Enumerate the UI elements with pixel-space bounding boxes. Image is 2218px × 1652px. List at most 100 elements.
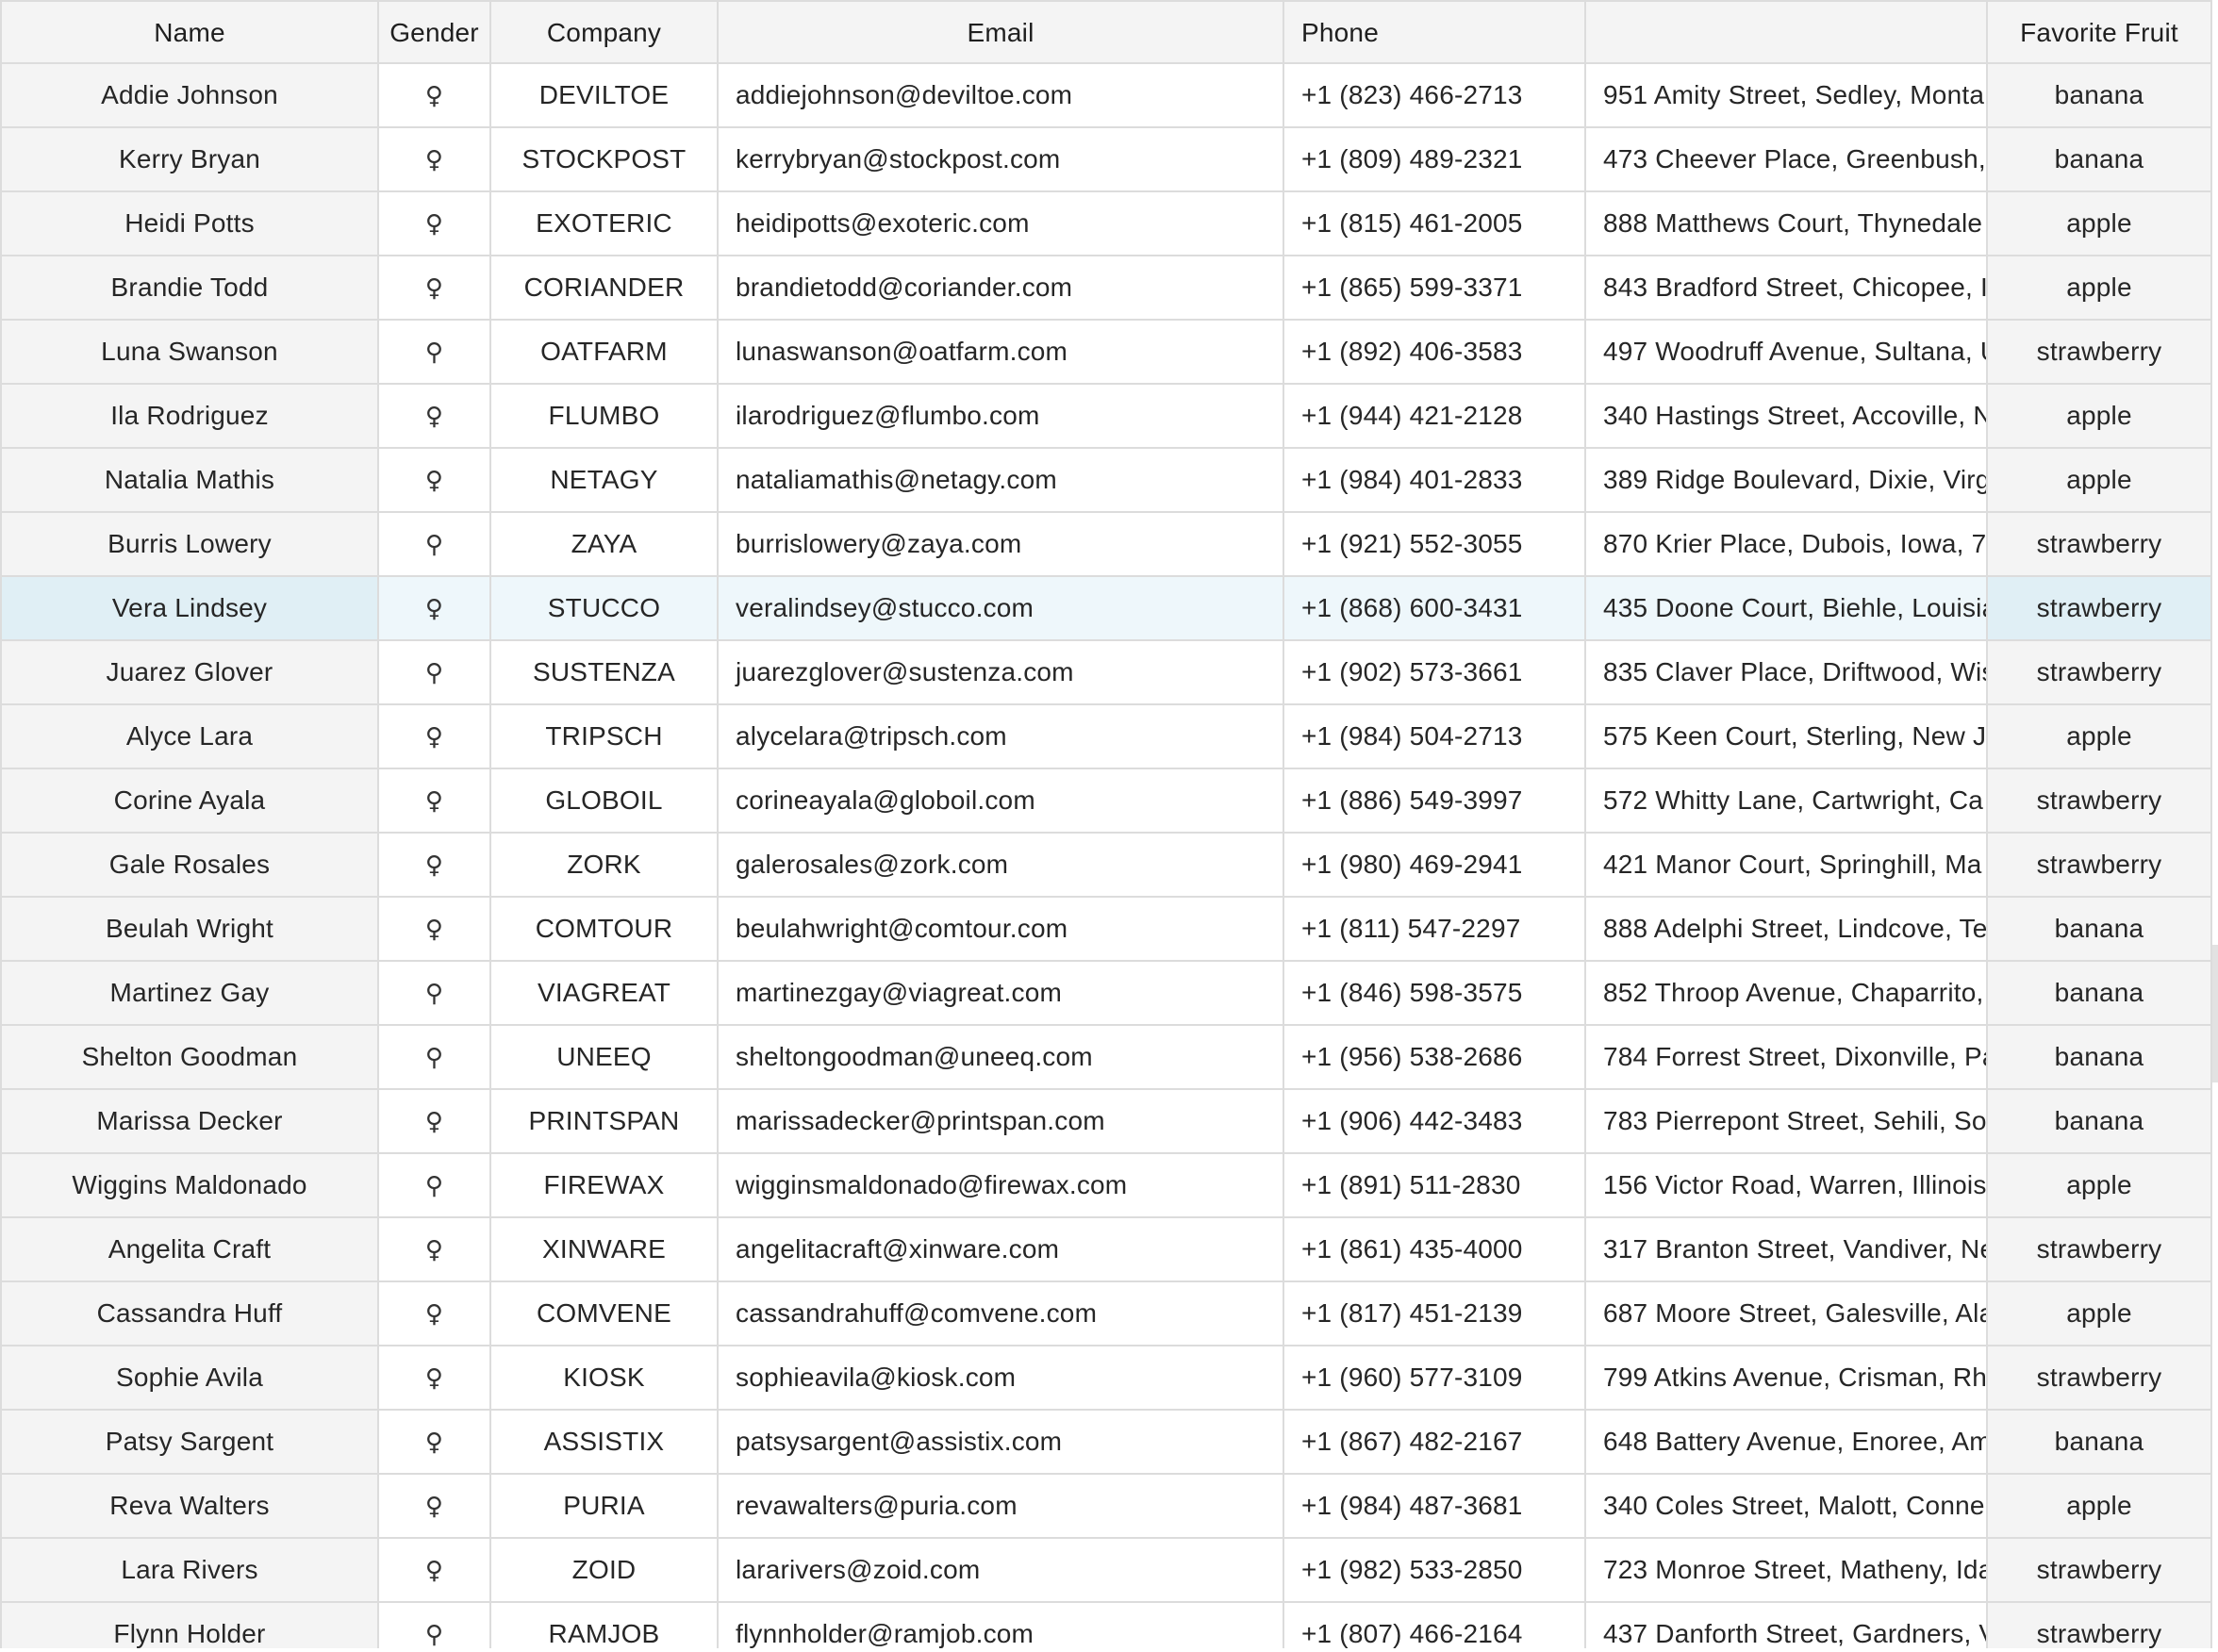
cell-company[interactable]: NETAGY (491, 449, 719, 513)
cell-phone[interactable]: +1 (886) 549-3997 (1284, 769, 1586, 834)
cell-gender[interactable]: ♀ (379, 898, 491, 962)
cell-name[interactable]: Natalia Mathis (0, 449, 379, 513)
table-row[interactable]: Flynn Holder ⚲ RAMJOB flynnholder@ramjob.co… (0, 1603, 2212, 1648)
cell-gender[interactable]: ⚲ (379, 513, 491, 577)
cell-address[interactable]: 497 Woodruff Avenue, Sultana, U (1586, 321, 1988, 385)
cell-favorite-fruit[interactable]: strawberry (1988, 1603, 2212, 1648)
table-row[interactable]: Vera Lindsey ♀ STUCCO veralindsey@stucco.co… (0, 577, 2212, 641)
cell-address[interactable]: 437 Danforth Street, Gardners, V (1586, 1603, 1988, 1648)
cell-gender[interactable]: ♀ (379, 1539, 491, 1603)
cell-name[interactable]: Cassandra Huff (0, 1282, 379, 1346)
cell-favorite-fruit[interactable]: banana (1988, 1090, 2212, 1154)
cell-email[interactable]: nataliamathis@netagy.com (719, 449, 1284, 513)
cell-company[interactable]: CORIANDER (491, 256, 719, 321)
cell-phone[interactable]: +1 (868) 600-3431 (1284, 577, 1586, 641)
cell-address[interactable]: 852 Throop Avenue, Chaparrito, (1586, 962, 1988, 1026)
cell-name[interactable]: Juarez Glover (0, 641, 379, 705)
cell-email[interactable]: beulahwright@comtour.com (719, 898, 1284, 962)
cell-gender[interactable]: ♀ (379, 834, 491, 898)
cell-email[interactable]: galerosales@zork.com (719, 834, 1284, 898)
cell-company[interactable]: COMVENE (491, 1282, 719, 1346)
table-row[interactable]: Brandie Todd ♀ CORIANDER brandietodd@corian… (0, 256, 2212, 321)
table-row[interactable]: Luna Swanson ⚲ OATFARM lunaswanson@oatfarm.… (0, 321, 2212, 385)
cell-name[interactable]: Alyce Lara (0, 705, 379, 769)
cell-address[interactable]: 575 Keen Court, Sterling, New J (1586, 705, 1988, 769)
cell-phone[interactable]: +1 (984) 487-3681 (1284, 1475, 1586, 1539)
cell-company[interactable]: ASSISTIX (491, 1411, 719, 1475)
cell-phone[interactable]: +1 (815) 461-2005 (1284, 192, 1586, 256)
cell-email[interactable]: lararivers@zoid.com (719, 1539, 1284, 1603)
table-row[interactable]: Heidi Potts ♀ EXOTERIC heidipotts@exoteric.… (0, 192, 2212, 256)
cell-company[interactable]: COMTOUR (491, 898, 719, 962)
cell-name[interactable]: Gale Rosales (0, 834, 379, 898)
table-row[interactable]: Burris Lowery ⚲ ZAYA burrislowery@zaya.com +… (0, 513, 2212, 577)
cell-email[interactable]: veralindsey@stucco.com (719, 577, 1284, 641)
table-row[interactable]: Lara Rivers ♀ ZOID lararivers@zoid.com +1 (9… (0, 1539, 2212, 1603)
cell-gender[interactable]: ♀ (379, 64, 491, 128)
table-row[interactable]: Angelita Craft ♀ XINWARE angelitacraft@xinw… (0, 1218, 2212, 1282)
table-row[interactable]: Cassandra Huff ♀ COMVENE cassandrahuff@comv… (0, 1282, 2212, 1346)
table-row[interactable]: Sophie Avila ♀ KIOSK sophieavila@kiosk.com +… (0, 1346, 2212, 1411)
table-row[interactable]: Corine Ayala ♀ GLOBOIL corineayala@globoil.… (0, 769, 2212, 834)
cell-company[interactable]: OATFARM (491, 321, 719, 385)
cell-email[interactable]: juarezglover@sustenza.com (719, 641, 1284, 705)
cell-address[interactable]: 723 Monroe Street, Matheny, Ida (1586, 1539, 1988, 1603)
cell-phone[interactable]: +1 (984) 401-2833 (1284, 449, 1586, 513)
cell-email[interactable]: marissadecker@printspan.com (719, 1090, 1284, 1154)
cell-favorite-fruit[interactable]: apple (1988, 1282, 2212, 1346)
cell-gender[interactable]: ♀ (379, 1282, 491, 1346)
cell-company[interactable]: DEVILTOE (491, 64, 719, 128)
table-row[interactable]: Patsy Sargent ♀ ASSISTIX patsysargent@assis… (0, 1411, 2212, 1475)
cell-gender[interactable]: ⚲ (379, 1154, 491, 1218)
cell-phone[interactable]: +1 (807) 466-2164 (1284, 1603, 1586, 1648)
cell-gender[interactable]: ♀ (379, 385, 491, 449)
table-row[interactable]: Alyce Lara ♀ TRIPSCH alycelara@tripsch.com +… (0, 705, 2212, 769)
cell-address[interactable]: 951 Amity Street, Sedley, Monta (1586, 64, 1988, 128)
cell-company[interactable]: SUSTENZA (491, 641, 719, 705)
cell-email[interactable]: burrislowery@zaya.com (719, 513, 1284, 577)
cell-address[interactable]: 421 Manor Court, Springhill, Ma (1586, 834, 1988, 898)
cell-email[interactable]: corineayala@globoil.com (719, 769, 1284, 834)
table-row[interactable]: Reva Walters ♀ PURIA revawalters@puria.com +… (0, 1475, 2212, 1539)
cell-email[interactable]: kerrybryan@stockpost.com (719, 128, 1284, 192)
cell-name[interactable]: Brandie Todd (0, 256, 379, 321)
column-header-company[interactable]: Company (491, 0, 719, 64)
cell-company[interactable]: RAMJOB (491, 1603, 719, 1648)
cell-phone[interactable]: +1 (809) 489-2321 (1284, 128, 1586, 192)
cell-email[interactable]: revawalters@puria.com (719, 1475, 1284, 1539)
cell-phone[interactable]: +1 (817) 451-2139 (1284, 1282, 1586, 1346)
cell-address[interactable]: 156 Victor Road, Warren, Illinois (1586, 1154, 1988, 1218)
cell-address[interactable]: 435 Doone Court, Biehle, Louisia (1586, 577, 1988, 641)
table-row[interactable]: Martinez Gay ⚲ VIAGREAT martinezgay@viagrea… (0, 962, 2212, 1026)
cell-address[interactable]: 389 Ridge Boulevard, Dixie, Virg (1586, 449, 1988, 513)
cell-name[interactable]: Patsy Sargent (0, 1411, 379, 1475)
column-header-favorite-fruit[interactable]: Favorite Fruit (1988, 0, 2212, 64)
cell-email[interactable]: lunaswanson@oatfarm.com (719, 321, 1284, 385)
cell-phone[interactable]: +1 (960) 577-3109 (1284, 1346, 1586, 1411)
cell-address[interactable]: 888 Matthews Court, Thynedale (1586, 192, 1988, 256)
cell-email[interactable]: sophieavila@kiosk.com (719, 1346, 1284, 1411)
cell-phone[interactable]: +1 (867) 482-2167 (1284, 1411, 1586, 1475)
cell-email[interactable]: patsysargent@assistix.com (719, 1411, 1284, 1475)
cell-company[interactable]: EXOTERIC (491, 192, 719, 256)
cell-favorite-fruit[interactable]: apple (1988, 192, 2212, 256)
table-row[interactable]: Beulah Wright ♀ COMTOUR beulahwright@comtou… (0, 898, 2212, 962)
cell-company[interactable]: FIREWAX (491, 1154, 719, 1218)
cell-address[interactable]: 870 Krier Place, Dubois, Iowa, 7 (1586, 513, 1988, 577)
cell-favorite-fruit[interactable]: apple (1988, 1154, 2212, 1218)
cell-phone[interactable]: +1 (846) 598-3575 (1284, 962, 1586, 1026)
cell-phone[interactable]: +1 (984) 504-2713 (1284, 705, 1586, 769)
cell-name[interactable]: Lara Rivers (0, 1539, 379, 1603)
cell-gender[interactable]: ♀ (379, 705, 491, 769)
cell-email[interactable]: heidipotts@exoteric.com (719, 192, 1284, 256)
cell-favorite-fruit[interactable]: banana (1988, 898, 2212, 962)
cell-address[interactable]: 784 Forrest Street, Dixonville, Pa (1586, 1026, 1988, 1090)
table-row[interactable]: Juarez Glover ⚲ SUSTENZA juarezglover@suste… (0, 641, 2212, 705)
cell-gender[interactable]: ⚲ (379, 962, 491, 1026)
cell-gender[interactable]: ♀ (379, 1218, 491, 1282)
cell-name[interactable]: Addie Johnson (0, 64, 379, 128)
cell-favorite-fruit[interactable]: apple (1988, 385, 2212, 449)
cell-gender[interactable]: ♀ (379, 192, 491, 256)
cell-favorite-fruit[interactable]: strawberry (1988, 1218, 2212, 1282)
table-row[interactable]: Gale Rosales ♀ ZORK galerosales@zork.com +1 … (0, 834, 2212, 898)
